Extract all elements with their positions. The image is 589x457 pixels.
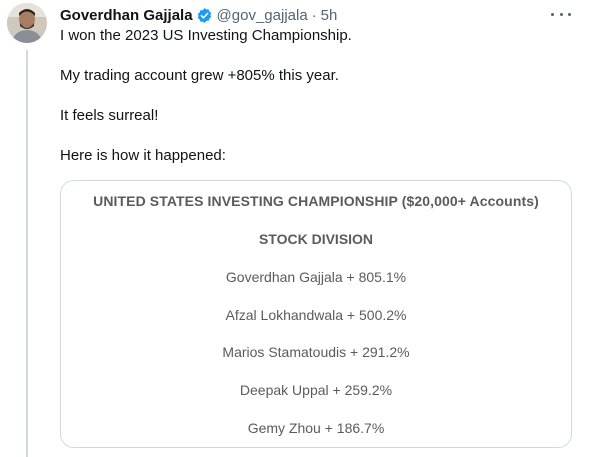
result-item: Deepak Uppal + 259.2% <box>239 382 393 399</box>
tweet-header: Goverdhan Gajjala @gov_gajjala · 5h <box>60 5 337 25</box>
card-title: UNITED STATES INVESTING CHAMPIONSHIP ($2… <box>93 193 539 209</box>
result-item: Marios Stamatoudis + 291.2% <box>222 344 410 361</box>
tweet-text: I won the 2023 US Investing Championship… <box>60 26 570 186</box>
author-handle[interactable]: @gov_gajjala <box>217 7 308 24</box>
tweet-paragraph: It feels surreal! <box>60 107 159 124</box>
separator-dot: · <box>311 6 317 24</box>
results-list: Goverdhan Gajjala + 805.1% Afzal Lokhand… <box>61 268 571 456</box>
author-name[interactable]: Goverdhan Gajjala <box>60 7 193 24</box>
result-item: Goverdhan Gajjala + 805.1% <box>225 269 407 285</box>
verified-badge-icon[interactable] <box>196 7 213 24</box>
tweet-paragraph: Here is how it happened: <box>60 147 226 164</box>
tweet[interactable]: Goverdhan Gajjala @gov_gajjala · 5h I wo… <box>0 0 589 457</box>
avatar[interactable] <box>7 3 47 43</box>
tweet-paragraph: I won the 2023 US Investing Championship… <box>60 27 352 44</box>
result-item: Gemy Zhou + 186.7% <box>247 419 385 436</box>
tweet-paragraph: My trading account grew +805% this year. <box>60 67 339 84</box>
avatar-photo <box>7 3 47 43</box>
more-options-icon[interactable] <box>551 6 571 22</box>
timestamp[interactable]: 5h <box>321 7 338 24</box>
attached-image-card[interactable]: UNITED STATES INVESTING CHAMPIONSHIP ($2… <box>60 180 572 448</box>
card-subtitle: STOCK DIVISION <box>258 231 374 247</box>
result-item: Afzal Lokhandwala + 500.2% <box>225 306 407 323</box>
thread-line <box>26 50 28 457</box>
